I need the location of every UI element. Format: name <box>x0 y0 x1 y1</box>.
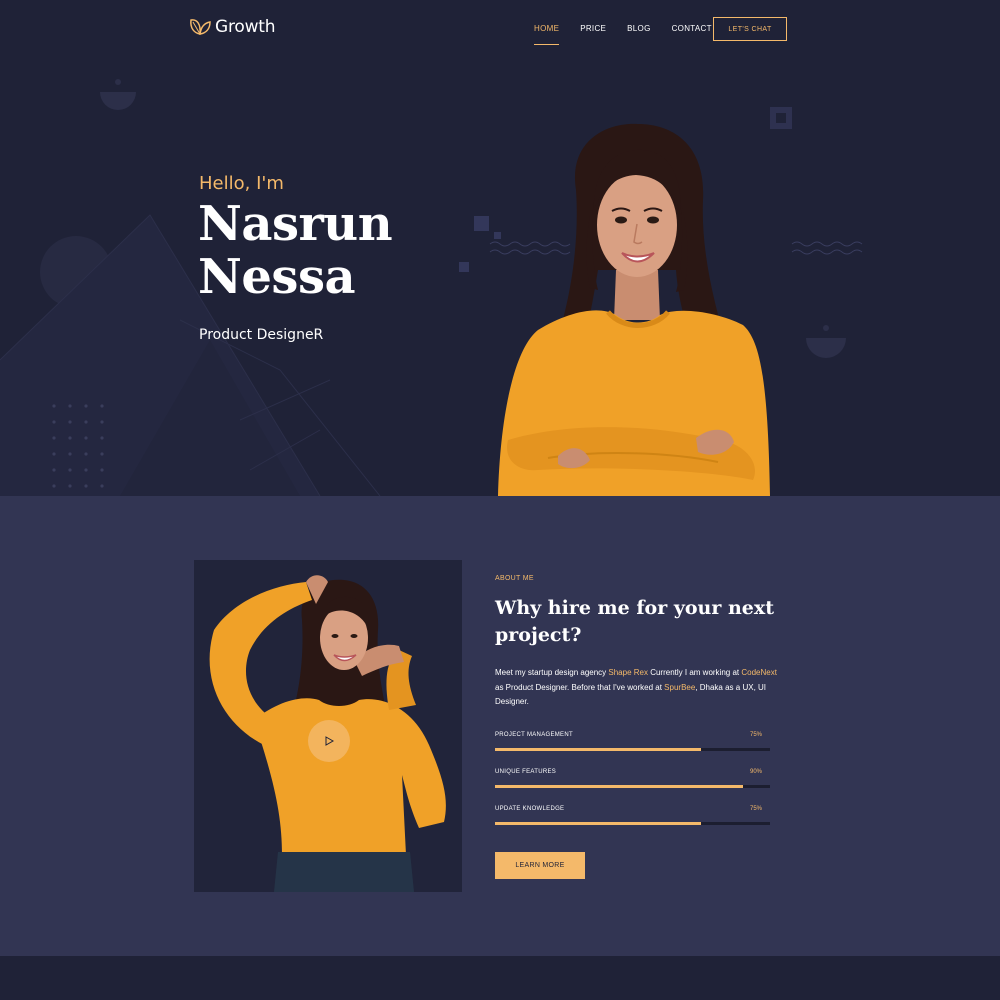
nav-home[interactable]: HOME <box>534 24 560 45</box>
skill-name: PROJECT MANAGEMENT <box>495 732 573 738</box>
hero-portrait <box>498 123 770 496</box>
hero-section: Growth HOME PRICE BLOG CONTACT LET'S CHA… <box>0 0 1000 496</box>
about-label: ABOUT ME <box>495 575 534 582</box>
about-text-part2: Currently I am working at <box>647 668 742 677</box>
skill-name: UNIQUE FEATURES <box>495 769 557 775</box>
hero-name: Nasrun Nessa <box>198 196 393 305</box>
skill-bar-fill <box>495 785 743 788</box>
skill-bar-track <box>495 822 770 825</box>
hero-name-line1: Nasrun <box>198 196 393 252</box>
nav-price[interactable]: PRICE <box>580 24 606 45</box>
about-video-thumbnail[interactable] <box>194 560 462 892</box>
about-text-part1: Meet my startup design agency <box>495 668 609 677</box>
nav-blog[interactable]: BLOG <box>627 24 650 45</box>
main-menu: HOME PRICE BLOG CONTACT <box>534 24 733 45</box>
brand-name: Growth <box>215 17 276 37</box>
about-title: Why hire me for your next project? <box>495 597 774 646</box>
skill-bar-track <box>495 748 770 751</box>
learn-more-button[interactable]: LEARN MORE <box>495 852 585 879</box>
about-text-part3: as Product Designer. Before that I've wo… <box>495 682 665 692</box>
skill-unique-features: UNIQUE FEATURES 90% <box>495 769 770 793</box>
hero-greeting: Hello, I'm <box>199 173 284 194</box>
link-spurbee[interactable]: SpurBee <box>664 683 695 692</box>
play-icon <box>325 736 334 746</box>
skill-percent: 75% <box>749 732 762 738</box>
play-video-button[interactable] <box>308 720 350 762</box>
skill-percent: 90% <box>749 769 762 775</box>
next-section-band <box>0 956 1000 1000</box>
lets-chat-button[interactable]: LET'S CHAT <box>713 17 787 41</box>
nav-contact[interactable]: CONTACT <box>672 24 712 45</box>
skill-bar-track <box>495 785 770 788</box>
skill-bar-fill <box>495 748 702 751</box>
skill-percent: 75% <box>749 806 762 812</box>
skill-project-management: PROJECT MANAGEMENT 75% <box>495 732 770 756</box>
top-navigation: Growth HOME PRICE BLOG CONTACT LET'S CHA… <box>0 0 1000 60</box>
skill-bar-fill <box>495 822 702 825</box>
brand-logo[interactable]: Growth <box>189 17 276 37</box>
hero-role: Product DesigneR <box>199 327 324 343</box>
leaf-logo-icon <box>190 19 211 35</box>
link-codenext[interactable]: CodeNext <box>741 668 777 677</box>
skill-update-knowledge: UPDATE KNOWLEDGE 75% <box>495 806 770 830</box>
link-shape-rex[interactable]: Shape Rex <box>608 668 648 677</box>
hero-name-line2: Nessa <box>198 249 356 305</box>
skill-name: UPDATE KNOWLEDGE <box>495 806 565 812</box>
about-section: ABOUT ME Why hire me for your next proje… <box>0 496 1000 956</box>
about-description: Meet my startup design agency Shape Rex … <box>495 666 780 710</box>
